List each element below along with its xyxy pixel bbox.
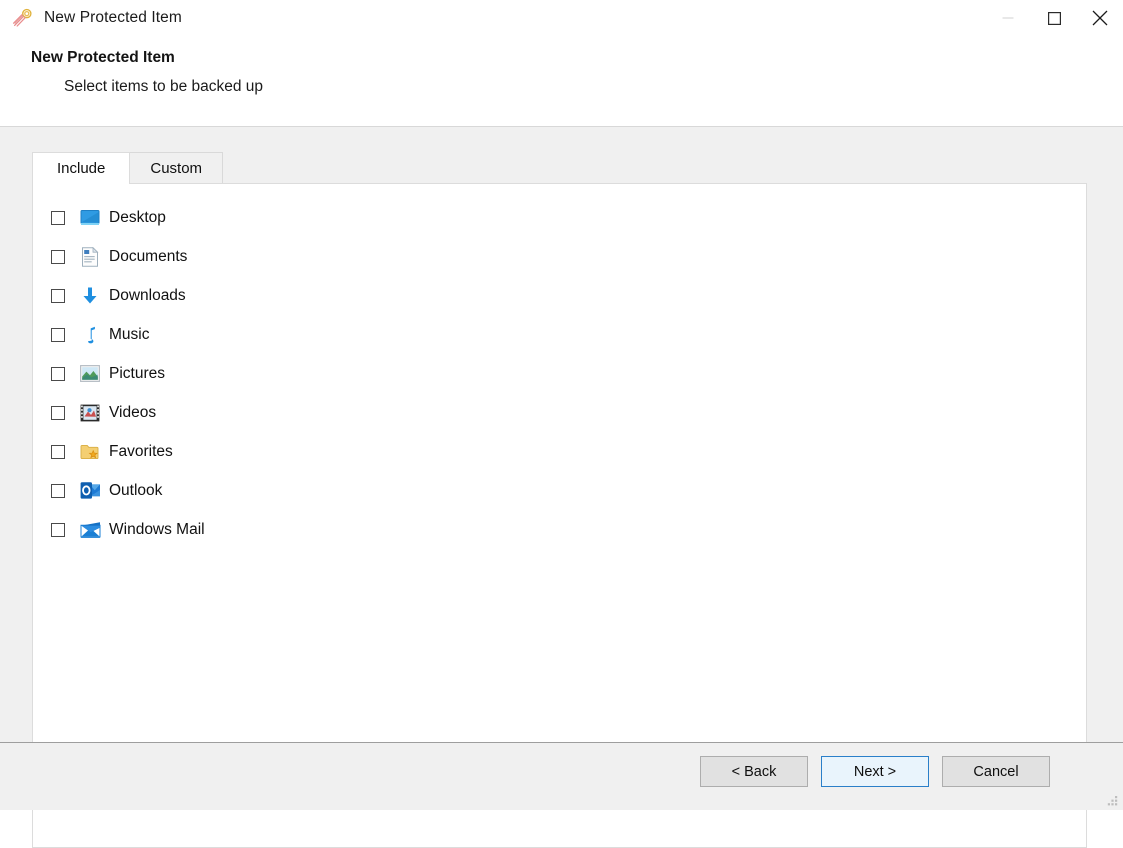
checkbox-videos[interactable]: [51, 405, 65, 420]
close-button[interactable]: [1077, 0, 1123, 36]
checkbox-pictures[interactable]: [51, 366, 65, 381]
list-item[interactable]: Windows Mail: [33, 510, 1086, 549]
page-title: New Protected Item: [31, 49, 175, 66]
list-item-label: Windows Mail: [109, 520, 205, 538]
list-item[interactable]: Documents: [33, 237, 1086, 276]
comet-icon: [12, 7, 34, 29]
wizard-header: New Protected Item Select items to be ba…: [0, 36, 1123, 126]
checkbox-favorites[interactable]: [51, 444, 65, 459]
list-item[interactable]: Pictures: [33, 354, 1086, 393]
list-item[interactable]: Desktop: [33, 198, 1086, 237]
list-item-label: Outlook: [109, 481, 163, 499]
checkbox-outlook[interactable]: [51, 483, 65, 498]
page-subtitle: Select items to be backed up: [64, 78, 264, 95]
cancel-button[interactable]: Cancel: [942, 756, 1050, 787]
videos-icon: [79, 402, 101, 424]
list-item[interactable]: Favorites: [33, 432, 1086, 471]
downloads-icon: [79, 285, 101, 307]
footer-button-group: < Back Next > Cancel: [700, 756, 1050, 787]
minimize-button[interactable]: [985, 0, 1031, 36]
wizard-footer: < Back Next > Cancel: [0, 742, 1123, 810]
windows-mail-icon: [79, 519, 101, 541]
title-bar-left: New Protected Item: [0, 7, 182, 29]
checkbox-downloads[interactable]: [51, 288, 65, 303]
tab-custom-label: Custom: [150, 159, 203, 177]
checkbox-windows-mail[interactable]: [51, 522, 65, 537]
list-item[interactable]: Outlook: [33, 471, 1086, 510]
content-area: Include Custom Desktop Documents Downloa…: [0, 127, 1123, 848]
checkbox-documents[interactable]: [51, 249, 65, 264]
documents-icon: [79, 246, 101, 268]
window-title: New Protected Item: [44, 9, 182, 26]
music-icon: [79, 324, 101, 346]
list-item[interactable]: Videos: [33, 393, 1086, 432]
title-bar: New Protected Item: [0, 0, 1123, 36]
backup-item-list: Desktop Documents Downloads Music Pictur…: [33, 184, 1086, 549]
desktop-icon: [79, 207, 101, 229]
maximize-button[interactable]: [1031, 0, 1077, 36]
tab-strip: Include Custom: [32, 152, 224, 184]
tab-custom[interactable]: Custom: [129, 152, 224, 183]
outlook-icon: [79, 480, 101, 502]
list-item-label: Downloads: [109, 286, 186, 304]
resize-grip[interactable]: [1105, 793, 1119, 807]
list-item-label: Desktop: [109, 208, 166, 226]
checkbox-music[interactable]: [51, 327, 65, 342]
favorites-icon: [79, 441, 101, 463]
list-item-label: Documents: [109, 247, 188, 265]
list-item-label: Pictures: [109, 364, 165, 382]
list-item-label: Music: [109, 325, 150, 343]
next-button[interactable]: Next >: [821, 756, 929, 787]
list-item-label: Videos: [109, 403, 157, 421]
back-button[interactable]: < Back: [700, 756, 808, 787]
list-item[interactable]: Music: [33, 315, 1086, 354]
pictures-icon: [79, 363, 101, 385]
checkbox-desktop[interactable]: [51, 210, 65, 225]
tab-include-label: Include: [57, 160, 106, 177]
window-controls: [985, 0, 1123, 36]
list-item[interactable]: Downloads: [33, 276, 1086, 315]
tab-include[interactable]: Include: [32, 152, 131, 184]
list-item-label: Favorites: [109, 442, 173, 460]
